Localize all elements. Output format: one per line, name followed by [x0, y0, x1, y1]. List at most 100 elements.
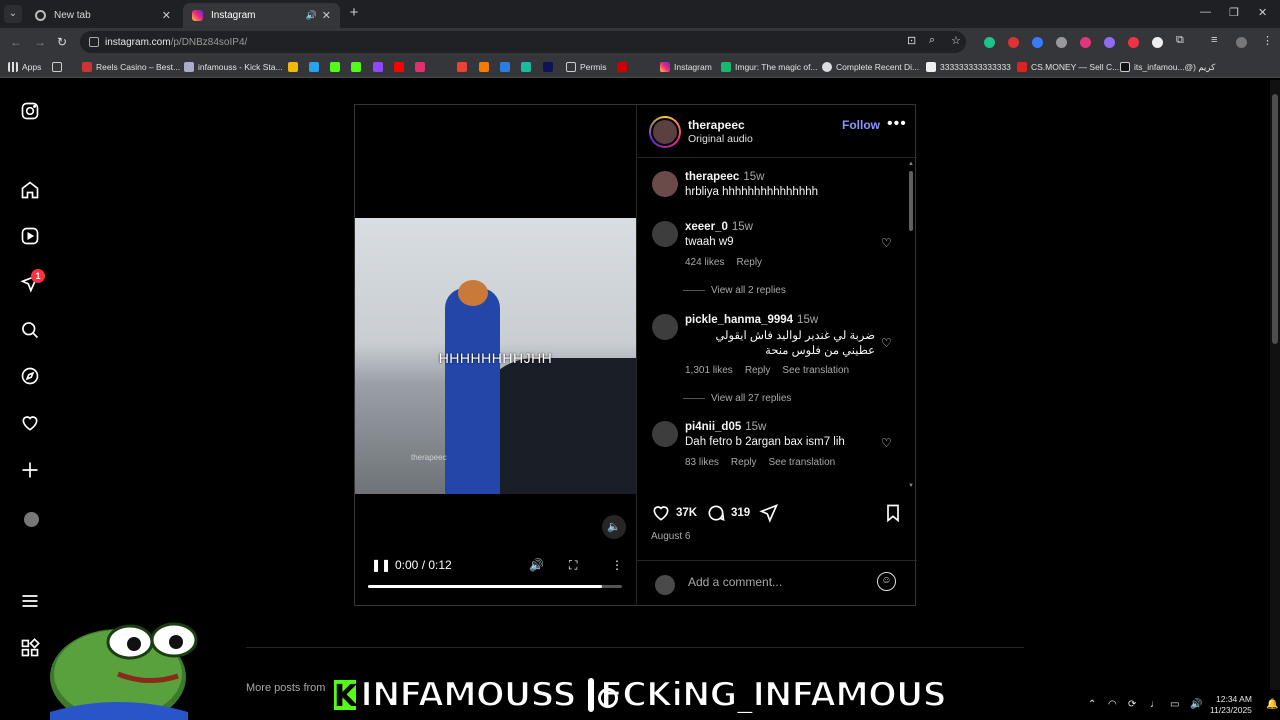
- zoom-icon[interactable]: ⌕: [929, 34, 935, 47]
- share-button[interactable]: [759, 503, 784, 523]
- forward-icon[interactable]: →: [34, 35, 46, 49]
- scroll-up-icon[interactable]: ▲: [908, 161, 914, 167]
- author-username[interactable]: therapeec: [688, 118, 745, 132]
- comment-username[interactable]: xeeer_0 15w: [685, 221, 753, 233]
- new-tab-button[interactable]: +: [346, 5, 362, 21]
- comment-button[interactable]: 319: [706, 503, 750, 523]
- like-button[interactable]: 37K: [651, 503, 697, 523]
- like-comment-icon[interactable]: ♡: [881, 336, 892, 350]
- microphone-icon[interactable]: ♩: [1150, 699, 1160, 710]
- close-window-icon[interactable]: ✕: [1258, 6, 1267, 19]
- reels-icon[interactable]: [19, 225, 41, 247]
- back-icon[interactable]: ←: [10, 35, 22, 49]
- bookmark-github[interactable]: Complete Recent Di...: [822, 60, 919, 74]
- network-icon[interactable]: ▭: [1170, 699, 1179, 710]
- view-replies-button[interactable]: View all 27 replies: [683, 393, 791, 404]
- extension-icon[interactable]: [1032, 37, 1043, 48]
- menu-icon[interactable]: [19, 590, 41, 612]
- speaker-icon[interactable]: 🔊: [1190, 699, 1202, 710]
- comment-likes[interactable]: 83 likes: [685, 457, 719, 468]
- notifications-icon[interactable]: [19, 412, 41, 434]
- scroll-thumb[interactable]: [909, 171, 913, 231]
- reply-button[interactable]: Reply: [736, 257, 762, 268]
- volume-icon[interactable]: 🔊: [529, 558, 544, 572]
- grid-icon[interactable]: [52, 62, 62, 72]
- bookmark-folder-permis[interactable]: Permis: [566, 60, 606, 74]
- comment-avatar[interactable]: [652, 221, 678, 247]
- browser-menu-icon[interactable]: ⋮: [1262, 34, 1273, 47]
- bookmark-icon[interactable]: [479, 62, 489, 72]
- tab-new-tab[interactable]: New tab ✕: [26, 3, 180, 28]
- video-options-icon[interactable]: ⋮: [611, 558, 623, 572]
- original-audio-link[interactable]: Original audio: [688, 133, 753, 145]
- bookmark-icon[interactable]: [617, 62, 627, 72]
- bookmark-333[interactable]: 333333333333333: [926, 60, 1011, 74]
- scroll-down-icon[interactable]: ▼: [908, 483, 914, 489]
- comment-username[interactable]: pickle_hanma_9994 15w: [685, 314, 818, 326]
- media-control-icon[interactable]: ≡: [1211, 34, 1217, 46]
- extension-icon[interactable]: [984, 37, 995, 48]
- bookmark-icon[interactable]: [543, 62, 553, 72]
- comment-avatar[interactable]: [652, 171, 678, 197]
- instagram-icon[interactable]: [415, 62, 425, 72]
- video-panel[interactable]: HHHHHHHHJHH therapeec 🔈 ❚❚ 0:00 / 0:12 🔊…: [355, 105, 636, 605]
- kick-icon[interactable]: [351, 62, 361, 72]
- create-icon[interactable]: [19, 459, 41, 481]
- comment-username[interactable]: therapeec 15w: [685, 171, 764, 183]
- site-info-icon[interactable]: [89, 37, 99, 47]
- restore-icon[interactable]: ❐: [1229, 6, 1239, 19]
- search-icon[interactable]: [19, 319, 41, 341]
- more-options-icon[interactable]: •••: [887, 115, 907, 133]
- extension-icon[interactable]: [1152, 37, 1163, 48]
- video-progress-bar[interactable]: [368, 585, 622, 588]
- close-tab-icon[interactable]: ✕: [162, 9, 171, 22]
- follow-button[interactable]: Follow: [842, 118, 880, 132]
- home-icon[interactable]: [19, 179, 41, 201]
- install-app-icon[interactable]: ⊡: [907, 34, 916, 47]
- extension-icon[interactable]: [1128, 37, 1139, 48]
- reply-button[interactable]: Reply: [745, 365, 771, 376]
- comment-likes[interactable]: 1,301 likes: [685, 365, 733, 376]
- reload-icon[interactable]: ↻: [57, 35, 67, 49]
- explore-icon[interactable]: [19, 365, 41, 387]
- gmail-icon[interactable]: [457, 62, 467, 72]
- save-button[interactable]: [883, 503, 908, 523]
- fullscreen-icon[interactable]: ⛶: [569, 558, 577, 573]
- bookmark-star-icon[interactable]: ☆: [951, 34, 961, 47]
- bookmark-instagram[interactable]: Instagram: [660, 60, 712, 74]
- comment-avatar[interactable]: [652, 421, 678, 447]
- tab-audio-icon[interactable]: 🔊: [306, 10, 317, 21]
- bookmark-reels-casino[interactable]: Reels Casino – Best...: [82, 60, 180, 74]
- extension-icon[interactable]: [1056, 37, 1067, 48]
- twitch-icon[interactable]: [373, 62, 383, 72]
- reply-button[interactable]: Reply: [731, 457, 757, 468]
- tab-search-button[interactable]: ⌄: [4, 5, 22, 23]
- comments-scrollbar[interactable]: ▲ ▼: [907, 159, 915, 489]
- address-bar[interactable]: instagram.com/p/DNBz84soIP4/: [80, 31, 966, 53]
- clock[interactable]: 12:34 AM 11/23/2025: [1210, 694, 1252, 716]
- binance-icon[interactable]: [288, 62, 298, 72]
- bookmark-icon[interactable]: [500, 62, 510, 72]
- bookmark-csmoney[interactable]: CS.MONEY — Sell C...: [1017, 60, 1119, 74]
- extensions-puzzle-icon[interactable]: ⧉: [1176, 34, 1184, 47]
- profile-avatar-icon[interactable]: [1236, 37, 1247, 48]
- like-comment-icon[interactable]: ♡: [881, 436, 892, 450]
- sync-icon[interactable]: ⟳: [1128, 699, 1136, 710]
- kick-icon[interactable]: [330, 62, 340, 72]
- emoji-icon[interactable]: ☺: [877, 572, 896, 591]
- view-replies-button[interactable]: View all 2 replies: [683, 285, 786, 296]
- see-translation-button[interactable]: See translation: [782, 365, 849, 376]
- pause-icon[interactable]: ❚❚: [371, 558, 391, 572]
- bookmark-kick[interactable]: infamouss - Kick Sta...: [184, 60, 283, 74]
- headset-icon[interactable]: ◠: [1108, 699, 1117, 710]
- see-translation-button[interactable]: See translation: [768, 457, 835, 468]
- add-comment-input[interactable]: Add a comment...: [688, 575, 782, 589]
- author-avatar[interactable]: [649, 116, 681, 148]
- page-scrollbar[interactable]: [1270, 80, 1280, 720]
- like-comment-icon[interactable]: ♡: [881, 236, 892, 250]
- minimize-icon[interactable]: —: [1200, 6, 1211, 18]
- notifications-bell-icon[interactable]: 🔔: [1266, 699, 1278, 710]
- page-scroll-thumb[interactable]: [1272, 94, 1278, 344]
- extension-icon[interactable]: [1008, 37, 1019, 48]
- profile-avatar[interactable]: [24, 512, 39, 527]
